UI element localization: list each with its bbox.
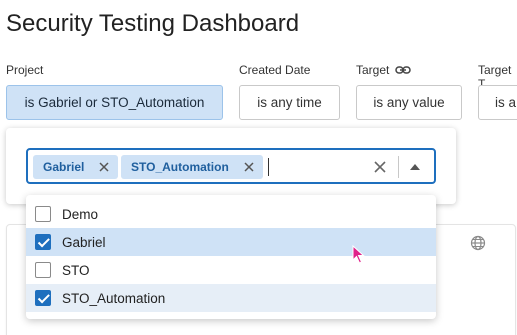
option-sto-automation[interactable]: STO_Automation <box>26 284 436 312</box>
checkbox-sto-automation[interactable] <box>35 290 51 306</box>
project-filter-popover: Gabriel STO_Automation <box>6 128 456 204</box>
mouse-cursor-icon <box>352 245 365 264</box>
filter-label-target-text: Target <box>356 63 390 77</box>
filter-label-created-date: Created Date <box>239 63 310 77</box>
link-icon[interactable] <box>395 64 412 76</box>
chip-gabriel-label: Gabriel <box>43 160 85 174</box>
filter-created-date-pill[interactable]: is any time <box>239 85 340 120</box>
option-gabriel[interactable]: Gabriel <box>26 228 436 256</box>
checkbox-sto[interactable] <box>35 262 51 278</box>
option-sto[interactable]: STO <box>26 256 436 284</box>
option-sto-automation-label: STO_Automation <box>62 290 166 306</box>
filter-label-created-date-text: Created Date <box>239 63 311 77</box>
globe-icon[interactable] <box>470 235 486 251</box>
checkbox-demo[interactable] <box>35 206 51 222</box>
filter-label-target: Target <box>356 63 412 77</box>
chevron-up-icon[interactable] <box>408 160 422 174</box>
filter-label-project: Project <box>6 63 43 77</box>
chip-gabriel: Gabriel <box>33 155 119 179</box>
filter-target-pill[interactable]: is any value <box>356 85 462 120</box>
filter-project-pill[interactable]: is Gabriel or STO_Automation <box>6 85 223 120</box>
chip-remove-icon[interactable] <box>243 161 255 173</box>
chip-remove-icon[interactable] <box>98 161 110 173</box>
option-sto-label: STO <box>62 262 90 278</box>
chip-sto-automation-label: STO_Automation <box>131 160 229 174</box>
project-options-dropdown: Demo Gabriel STO STO_Automation <box>26 195 436 319</box>
page-title: Security Testing Dashboard <box>6 10 300 37</box>
option-demo[interactable]: Demo <box>26 200 436 228</box>
text-caret <box>268 158 269 176</box>
option-gabriel-label: Gabriel <box>62 234 106 250</box>
project-multiselect-input[interactable]: Gabriel STO_Automation <box>26 148 436 184</box>
filter-target-type-pill[interactable]: is a <box>478 85 517 120</box>
clear-icon[interactable] <box>372 159 388 175</box>
chip-sto-automation: STO_Automation <box>121 155 263 179</box>
filter-label-project-text: Project <box>6 63 44 77</box>
checkbox-gabriel[interactable] <box>35 234 51 250</box>
option-demo-label: Demo <box>62 206 99 222</box>
select-separator <box>398 156 399 178</box>
